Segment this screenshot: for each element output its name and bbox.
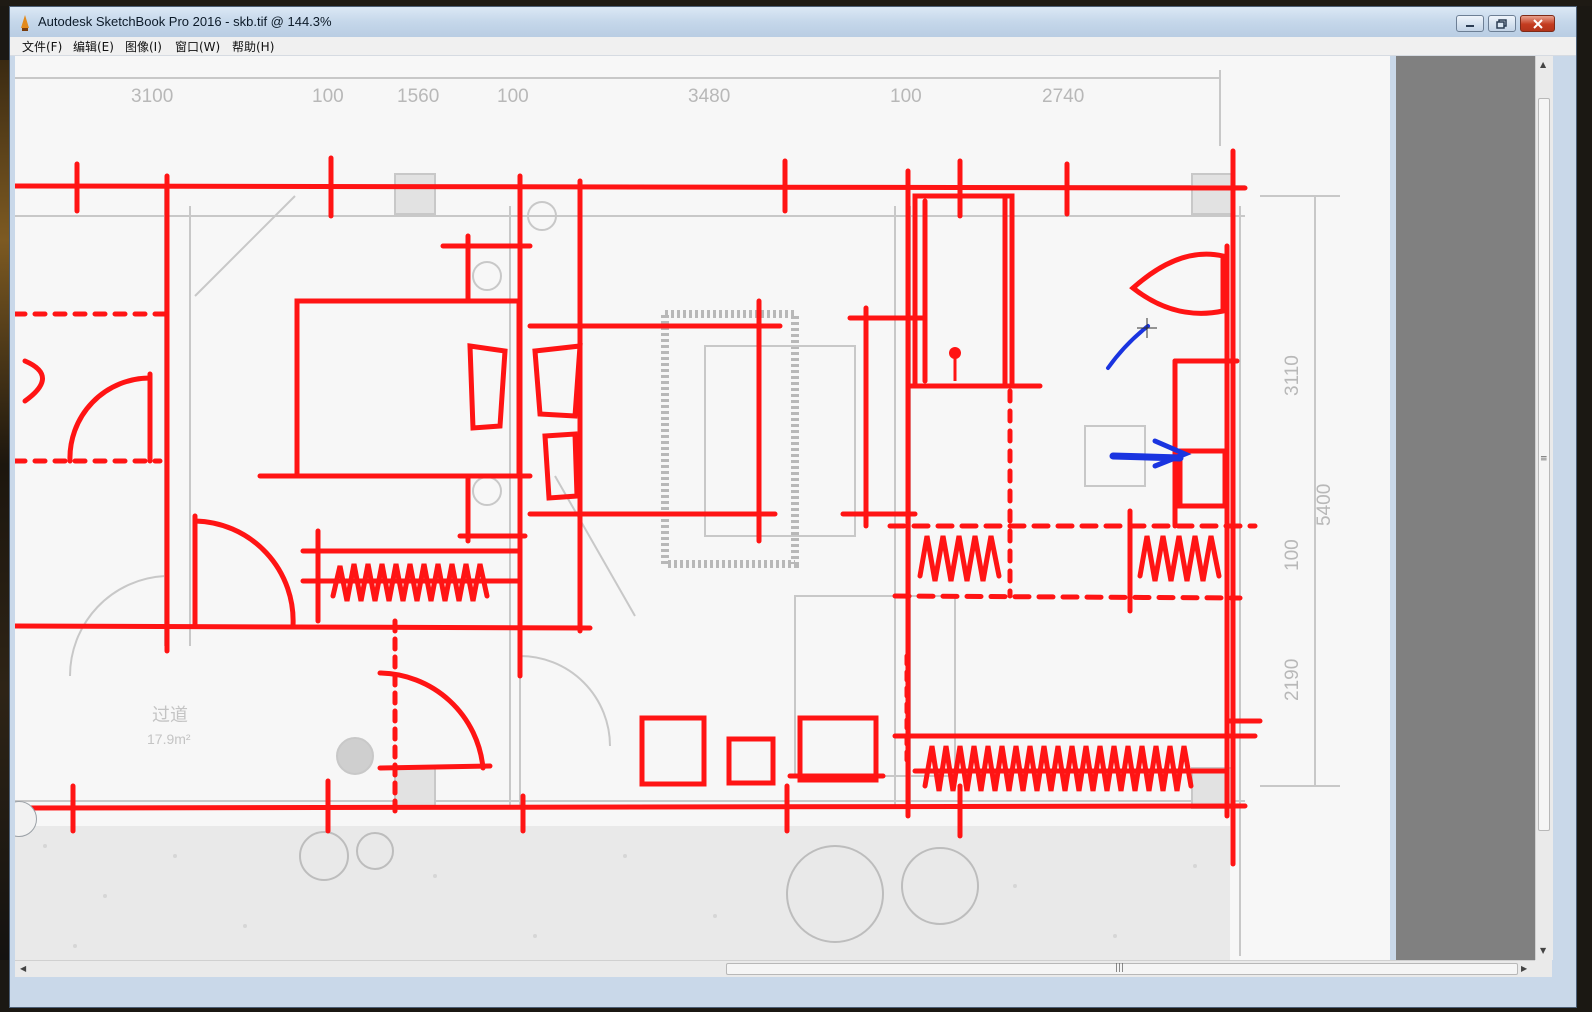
horizontal-grip-icon: ||| <box>1115 963 1125 973</box>
dim-right-4: 2190 <box>1282 659 1303 701</box>
scroll-down-arrow-icon[interactable]: ▼ <box>1540 946 1546 955</box>
scrollbar-corner <box>1535 960 1552 977</box>
scroll-up-arrow-icon[interactable]: ▲ <box>1540 60 1546 69</box>
horizontal-scroll-thumb[interactable]: ||| <box>726 963 1518 975</box>
room-area: 17.9m² <box>147 731 191 747</box>
sketchbook-window: Autodesk SketchBook Pro 2016 - skb.tif @… <box>9 6 1577 1008</box>
dim-top-7: 2740 <box>1042 86 1084 107</box>
dim-top-3: 1560 <box>397 86 439 107</box>
drawing-canvas[interactable]: 3100 100 1560 100 3480 100 2740 3110 540… <box>15 56 1390 960</box>
close-button[interactable] <box>1520 15 1555 32</box>
dim-top-4: 100 <box>497 86 529 107</box>
dim-top-6: 100 <box>890 86 922 107</box>
menu-help[interactable]: 帮助(H) <box>230 38 276 55</box>
minimize-button[interactable] <box>1456 15 1484 32</box>
right-dimensions: 3110 5400 100 2190 <box>1282 355 1335 701</box>
dim-right-1: 3110 <box>1282 355 1303 396</box>
scroll-left-arrow-icon[interactable]: ◀ <box>20 964 26 973</box>
room-label: 过道 17.9m² <box>147 705 191 747</box>
vertical-scroll-thumb[interactable]: ≡ <box>1538 98 1550 831</box>
vertical-scrollbar[interactable]: ▲ ≡ ▼ <box>1535 56 1553 960</box>
dim-top-1: 3100 <box>131 86 173 107</box>
floor-plan-drawing[interactable]: 3100 100 1560 100 3480 100 2740 3110 540… <box>15 56 1390 960</box>
restore-button[interactable] <box>1488 15 1516 32</box>
horizontal-scrollbar[interactable]: ◀ ||| ▶ <box>15 960 1535 978</box>
window-bottom-frame <box>10 977 1576 1007</box>
minimize-icon <box>1457 16 1483 31</box>
menu-file[interactable]: 文件(F) <box>20 38 64 55</box>
landscape-area <box>15 826 1230 960</box>
title-bar[interactable]: Autodesk SketchBook Pro 2016 - skb.tif @… <box>10 7 1576 37</box>
close-icon <box>1521 16 1554 31</box>
window-title: Autodesk SketchBook Pro 2016 - skb.tif @… <box>38 14 332 29</box>
restore-icon <box>1489 16 1515 31</box>
red-dot-marker <box>949 347 961 381</box>
dim-top-2: 100 <box>312 86 344 107</box>
menu-bar: 文件(F) 编辑(E) 图像(I) 窗口(W) 帮助(H) <box>10 37 1576 56</box>
menu-image[interactable]: 图像(I) <box>123 38 164 55</box>
menu-edit[interactable]: 编辑(E) <box>71 38 116 55</box>
menu-window[interactable]: 窗口(W) <box>173 38 222 55</box>
scroll-right-arrow-icon[interactable]: ▶ <box>1521 964 1527 973</box>
vertical-grip-icon: ≡ <box>1540 454 1548 464</box>
dim-top-5: 3480 <box>688 86 730 107</box>
room-name: 过道 <box>152 705 188 725</box>
red-markup-layer <box>15 148 1263 867</box>
top-dimensions: 3100 100 1560 100 3480 100 2740 <box>131 86 1084 107</box>
canvas-outside-area <box>1396 56 1535 960</box>
dim-right-2: 5400 <box>1314 484 1335 526</box>
sketchbook-app-icon <box>21 15 29 31</box>
dim-right-3: 100 <box>1282 539 1303 571</box>
